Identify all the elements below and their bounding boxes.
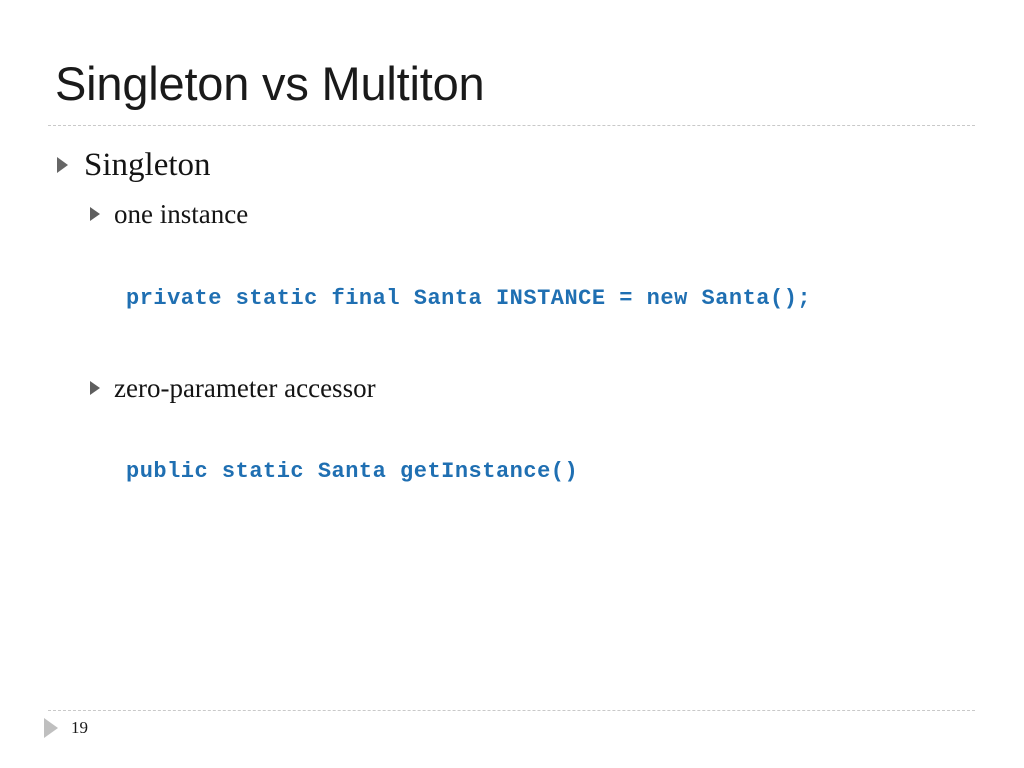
bullet-item-zero-parameter-accessor: zero-parameter accessor [90, 371, 376, 405]
bullet-label: Singleton [84, 147, 211, 183]
bullet-item-one-instance: one instance [90, 197, 248, 231]
slide: Singleton vs Multiton Singleton one inst… [0, 0, 1024, 768]
page-number: 19 [71, 718, 88, 737]
bullet-triangle-icon [57, 157, 68, 173]
bullet-triangle-icon [90, 381, 100, 395]
bullet-label: zero-parameter accessor [114, 373, 376, 403]
slide-footer: 19 [44, 718, 88, 738]
code-line-instance-declaration: private static final Santa INSTANCE = ne… [126, 286, 812, 311]
code-line-get-instance-accessor: public static Santa getInstance() [126, 459, 579, 484]
bullet-item-singleton: Singleton [57, 145, 211, 185]
bullet-triangle-icon [90, 207, 100, 221]
title-divider [48, 125, 975, 126]
slide-title: Singleton vs Multiton [55, 57, 485, 110]
footer-triangle-icon [44, 718, 58, 738]
footer-divider [48, 710, 975, 711]
bullet-label: one instance [114, 199, 249, 229]
